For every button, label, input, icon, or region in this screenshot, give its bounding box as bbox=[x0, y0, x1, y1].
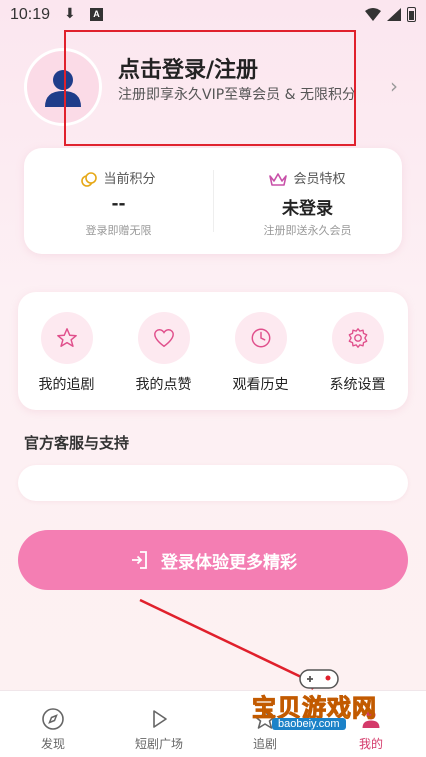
app-notification-icon: A bbox=[90, 8, 103, 21]
menu-label: 系统设置 bbox=[329, 377, 386, 393]
menu-item-settings[interactable]: 系统设置 bbox=[309, 312, 406, 394]
vip-label: 会员特权 bbox=[293, 172, 346, 187]
compass-icon bbox=[42, 708, 64, 730]
support-section-title: 官方客服与支持 bbox=[24, 434, 130, 452]
tab-label: 短剧广场 bbox=[134, 737, 183, 751]
tab-discover[interactable]: 发现 bbox=[0, 691, 106, 757]
status-time: 10:19 bbox=[10, 6, 51, 23]
play-icon bbox=[153, 710, 167, 728]
clock-icon bbox=[251, 328, 270, 348]
tab-label: 发现 bbox=[40, 737, 65, 751]
points-stat[interactable]: 当前积分 -- 登录即赠无限 bbox=[24, 148, 213, 254]
crown-icon bbox=[269, 172, 288, 186]
wifi-icon bbox=[365, 8, 381, 21]
menu-item-my-follows[interactable]: 我的追剧 bbox=[18, 312, 115, 394]
menu-label: 我的点赞 bbox=[135, 377, 192, 393]
vip-stat[interactable]: 会员特权 未登录 注册即送永久会员 bbox=[213, 148, 402, 254]
stats-card: 当前积分 -- 登录即赠无限 会员特权 未登录 注册即送永久会员 bbox=[24, 148, 402, 254]
annotation-box bbox=[64, 30, 356, 146]
watermark-url: baobeiy.com bbox=[272, 718, 346, 730]
login-button-label: 登录体验更多精彩 bbox=[161, 552, 297, 573]
watermark: 宝贝游戏网 baobeiy.com bbox=[248, 664, 398, 740]
status-bar: 10:19 ⬇ A bbox=[0, 0, 426, 30]
vip-note: 注册即送永久会员 bbox=[263, 224, 352, 237]
support-bar[interactable] bbox=[18, 465, 408, 501]
coin-icon bbox=[81, 171, 98, 187]
chevron-right-icon[interactable]: › bbox=[390, 74, 398, 98]
login-button[interactable]: 登录体验更多精彩 bbox=[18, 530, 408, 590]
heart-icon bbox=[153, 329, 174, 348]
menu-card: 我的追剧 我的点赞 观看历史 系统设置 bbox=[18, 292, 408, 410]
menu-label: 我的追剧 bbox=[38, 377, 95, 393]
points-note: 登录即赠无限 bbox=[85, 224, 152, 237]
points-value: -- bbox=[111, 194, 126, 214]
tab-short-drama-plaza[interactable]: 短剧广场 bbox=[106, 691, 212, 757]
menu-label: 观看历史 bbox=[232, 377, 289, 393]
signal-icon bbox=[387, 8, 401, 21]
battery-icon bbox=[407, 7, 416, 22]
login-icon bbox=[132, 551, 147, 569]
vip-value: 未登录 bbox=[282, 199, 333, 219]
menu-item-watch-history[interactable]: 观看历史 bbox=[212, 312, 309, 394]
star-icon bbox=[56, 328, 77, 347]
download-icon: ⬇ bbox=[64, 6, 76, 22]
gamepad-icon bbox=[299, 669, 339, 689]
points-label: 当前积分 bbox=[103, 172, 156, 187]
menu-item-my-likes[interactable]: 我的点赞 bbox=[115, 312, 212, 394]
gear-icon bbox=[348, 328, 367, 348]
